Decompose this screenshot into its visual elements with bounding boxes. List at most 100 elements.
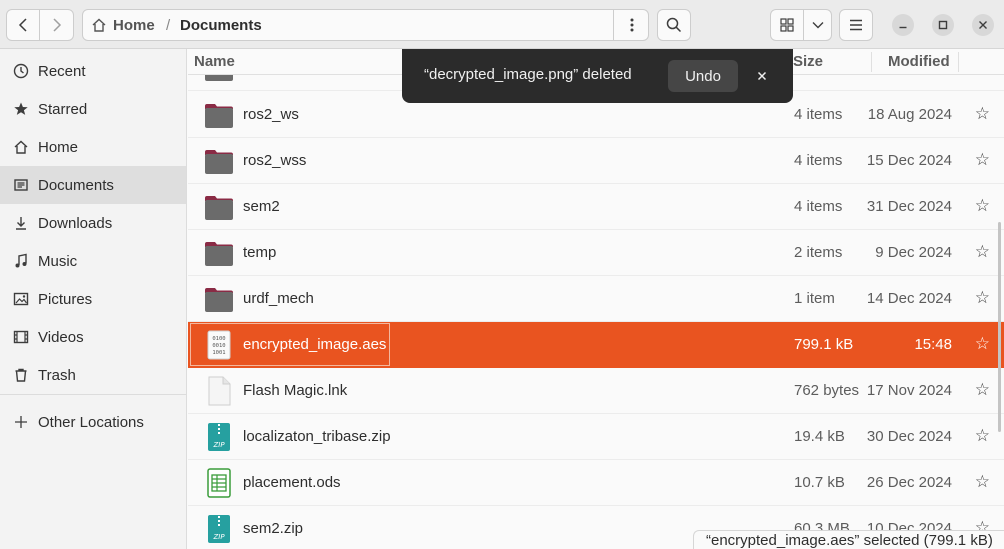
hamburger-icon — [850, 19, 862, 31]
view-options-button[interactable] — [804, 9, 832, 41]
trash-icon — [12, 366, 30, 384]
file-modified: 18 Aug 2024 — [867, 106, 952, 123]
star-toggle-icon[interactable]: ☆ — [975, 426, 990, 446]
table-row[interactable]: urdf_mech 1 item 14 Dec 2024 ☆ — [188, 276, 1004, 322]
file-name: localizaton_tribase.zip — [243, 428, 391, 445]
file-size: 762 bytes — [794, 382, 860, 399]
file-name: Flash Magic.lnk — [243, 382, 348, 399]
spreadsheet-icon — [207, 468, 231, 498]
search-button[interactable] — [657, 9, 691, 41]
minimize-button[interactable] — [892, 14, 914, 36]
home-icon — [12, 138, 30, 156]
sidebar-item-label: Pictures — [38, 290, 93, 308]
sidebar-item-trash[interactable]: Trash — [0, 356, 186, 394]
chevron-left-icon — [18, 18, 27, 32]
star-toggle-icon[interactable]: ☆ — [975, 150, 990, 170]
sidebar-item-documents[interactable]: Documents — [0, 166, 186, 204]
back-button[interactable] — [6, 9, 40, 41]
undo-toast: “decrypted_image.png” deleted Undo — [402, 49, 793, 103]
grid-view-button[interactable] — [770, 9, 804, 41]
folder-icon — [205, 150, 233, 174]
sidebar-divider — [0, 394, 186, 395]
download-icon — [12, 214, 30, 232]
path-home-button[interactable]: Home — [91, 10, 155, 40]
sidebar-item-label: Trash — [38, 366, 76, 384]
folder-icon — [205, 75, 233, 81]
file-size: 19.4 kB — [794, 428, 845, 445]
pictures-icon — [12, 290, 30, 308]
close-icon — [979, 21, 987, 29]
sidebar-item-home[interactable]: Home — [0, 128, 186, 166]
search-icon — [666, 17, 682, 33]
table-row[interactable]: ros2_wss 4 items 15 Dec 2024 ☆ — [188, 138, 1004, 184]
file-name: urdf_mech — [243, 290, 314, 307]
star-toggle-icon[interactable]: ☆ — [975, 380, 990, 400]
table-row-selected[interactable]: 0100 0010 1001 encrypted_image.aes 799.1 k… — [188, 322, 1004, 368]
file-name: sem2.zip — [243, 520, 304, 537]
scrollbar[interactable] — [998, 222, 1001, 432]
path-menu-button[interactable] — [613, 10, 649, 40]
star-toggle-icon[interactable]: ☆ — [975, 334, 990, 354]
selection-status: “encrypted_image.aes” selected (799.1 kB… — [693, 530, 1004, 549]
path-separator: / — [166, 16, 171, 34]
undo-button[interactable]: Undo — [668, 60, 738, 92]
main-menu-button[interactable] — [839, 9, 873, 41]
sidebar-item-starred[interactable]: Starred — [0, 90, 186, 128]
folder-icon — [205, 104, 233, 128]
file-name: temp — [243, 244, 277, 261]
file-size: 4 items — [794, 152, 843, 169]
sidebar-item-recent[interactable]: Recent — [0, 52, 186, 90]
file-list: ros2_ws 4 items 18 Aug 2024 ☆ ros2_wss 4… — [188, 75, 1004, 549]
path-bar: Home / Documents — [82, 9, 649, 41]
binary-file-icon: 010000101001 — [207, 330, 231, 360]
svg-text:1001: 1001 — [212, 350, 225, 356]
sidebar-item-label: Videos — [38, 328, 84, 346]
star-toggle-icon[interactable]: ☆ — [975, 288, 990, 308]
star-toggle-icon[interactable]: ☆ — [975, 242, 990, 262]
column-divider — [871, 52, 872, 72]
star-toggle-icon[interactable]: ☆ — [975, 196, 990, 216]
sidebar-item-downloads[interactable]: Downloads — [0, 204, 186, 242]
toast-message: “decrypted_image.png” deleted — [424, 66, 632, 83]
svg-text:ZIP: ZIP — [212, 533, 225, 541]
path-current-folder[interactable]: Documents — [180, 10, 262, 40]
star-toggle-icon[interactable]: ☆ — [975, 472, 990, 492]
table-row[interactable]: Flash Magic.lnk 762 bytes 17 Nov 2024 ☆ — [188, 368, 1004, 414]
grid-icon — [780, 18, 794, 32]
folder-icon — [205, 242, 233, 266]
svg-text:0100: 0100 — [212, 336, 225, 342]
folder-icon — [205, 288, 233, 312]
file-name: placement.ods — [243, 474, 341, 491]
sidebar-item-label: Documents — [38, 176, 114, 194]
file-name: ros2_ws — [243, 106, 299, 123]
column-size-header[interactable]: Size — [793, 53, 823, 70]
toast-close-button[interactable] — [752, 64, 772, 88]
sidebar-item-label: Home — [38, 138, 79, 156]
column-name-header[interactable]: Name — [194, 53, 235, 70]
forward-button[interactable] — [40, 9, 74, 41]
table-row[interactable]: sem2 4 items 31 Dec 2024 ☆ — [188, 184, 1004, 230]
file-modified: 26 Dec 2024 — [866, 474, 952, 491]
sidebar-item-pictures[interactable]: Pictures — [0, 280, 186, 318]
sidebar-item-other-locations[interactable]: Other Locations — [0, 403, 186, 441]
file-size: 799.1 kB — [794, 336, 854, 353]
star-toggle-icon[interactable]: ☆ — [975, 104, 990, 124]
close-window-button[interactable] — [972, 14, 994, 36]
file-modified: 15:48 — [914, 336, 952, 353]
maximize-button[interactable] — [932, 14, 954, 36]
file-modified: 17 Nov 2024 — [866, 382, 952, 399]
sidebar-item-label: Downloads — [38, 214, 113, 232]
file-size: 1 item — [794, 290, 835, 307]
sidebar-item-videos[interactable]: Videos — [0, 318, 186, 356]
path-home-label: Home — [113, 16, 155, 34]
table-row[interactable]: temp 2 items 9 Dec 2024 ☆ — [188, 230, 1004, 276]
table-row[interactable]: ZIP localizaton_tribase.zip 19.4 kB 30 D… — [188, 414, 1004, 460]
file-size: 10.7 kB — [794, 474, 845, 491]
svg-text:0010: 0010 — [212, 343, 225, 349]
column-modified-header[interactable]: Modified — [888, 53, 950, 70]
sidebar-item-music[interactable]: Music — [0, 242, 186, 280]
sidebar-item-label: Other Locations — [38, 413, 144, 431]
table-row[interactable]: placement.ods 10.7 kB 26 Dec 2024 ☆ — [188, 460, 1004, 506]
home-icon — [92, 18, 106, 32]
file-name: ros2_wss — [243, 152, 307, 169]
